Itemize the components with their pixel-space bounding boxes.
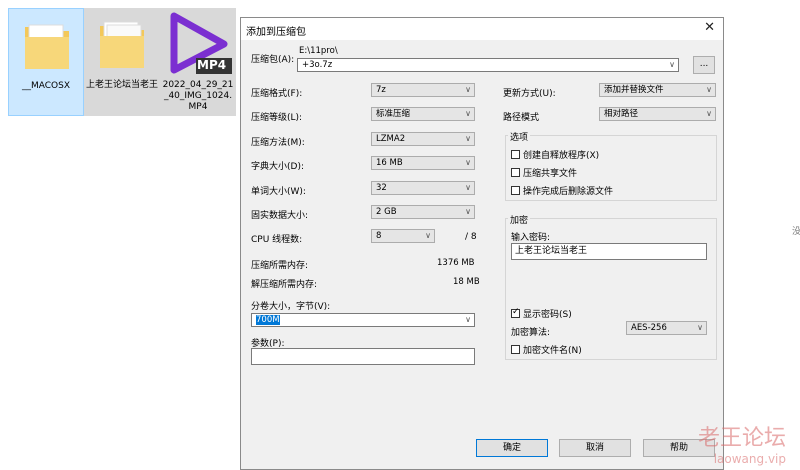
chevron-down-icon: ∨ (706, 85, 712, 94)
chevron-down-icon: ∨ (465, 315, 471, 324)
folder-icon (25, 24, 69, 69)
mem-comp-label: 压缩所需内存: (251, 261, 309, 271)
shared-label: 压缩共享文件 (523, 169, 578, 179)
dict-select[interactable]: 16 MB ∨ (371, 156, 475, 170)
update-select[interactable]: 添加并替换文件 ∨ (599, 83, 716, 97)
watermark-line2: laowang.vip (713, 452, 786, 466)
sfx-checkbox[interactable]: 创建自释放程序(X) (511, 148, 599, 161)
chevron-down-icon: ∨ (465, 134, 471, 143)
word-select[interactable]: 32 ∨ (371, 181, 475, 195)
chevron-down-icon: ∨ (669, 60, 675, 69)
format-label: 压缩格式(F): (251, 89, 303, 99)
mem-comp-value: 1376 MB (437, 258, 475, 268)
dict-value: 16 MB (376, 158, 403, 168)
archive-name-value: +3o.7z (302, 60, 333, 70)
archive-label: 压缩包(A): (251, 55, 295, 65)
word-value: 32 (376, 183, 387, 193)
encryption-title: 加密 (508, 213, 531, 226)
desktop-icon-label: 2022_04_29_21_40_IMG_1024.MP4 (162, 80, 234, 112)
dict-label: 字典大小(D): (251, 162, 304, 172)
mp4-badge: MP4 (197, 58, 227, 72)
volume-combo[interactable]: 700M ∨ (251, 313, 475, 327)
watermark-line1: 老王论坛 (697, 426, 786, 451)
solid-value: 2 GB (376, 207, 397, 217)
sfx-label: 创建自释放程序(X) (523, 151, 600, 161)
update-label: 更新方式(U): (503, 89, 556, 99)
checkbox-box (511, 168, 520, 177)
title-bar: 添加到压缩包 ✕ (241, 18, 723, 40)
format-value: 7z (376, 85, 386, 95)
method-value: LZMA2 (376, 134, 406, 144)
password-value: 上老王论坛当老王 (515, 246, 588, 256)
close-icon[interactable]: ✕ (704, 20, 715, 35)
params-input[interactable] (251, 348, 475, 365)
volume-value: 700M (256, 315, 280, 325)
enc-method-value: AES-256 (631, 323, 667, 333)
desktop-icon-label: 上老王论坛当老王 (86, 80, 159, 90)
checkbox-box (511, 345, 520, 354)
volume-label: 分卷大小，字节(V): (251, 302, 331, 312)
solid-select[interactable]: 2 GB ∨ (371, 205, 475, 219)
chevron-down-icon: ∨ (465, 109, 471, 118)
cpu-label: CPU 线程数: (251, 235, 303, 245)
desktop-icon-macosx[interactable]: __MACOSX (8, 8, 84, 116)
enc-method-select[interactable]: AES-256 ∨ (626, 321, 707, 335)
archive-name-combo[interactable]: +3o.7z ∨ (297, 58, 679, 72)
chevron-down-icon: ∨ (706, 109, 712, 118)
update-value: 添加并替换文件 (604, 85, 664, 95)
password-input[interactable]: 上老王论坛当老王 (511, 243, 707, 260)
mem-decomp-value: 18 MB (453, 277, 480, 287)
level-label: 压缩等级(L): (251, 113, 303, 123)
archive-path: E:\11pro\ (299, 46, 338, 56)
path-select[interactable]: 相对路径 ∨ (599, 107, 716, 121)
browse-button[interactable]: ... (693, 56, 715, 74)
chevron-down-icon: ∨ (697, 323, 703, 332)
delete-checkbox[interactable]: 操作完成后删除源文件 (511, 184, 613, 197)
method-select[interactable]: LZMA2 ∨ (371, 132, 475, 146)
method-label: 压缩方法(M): (251, 138, 305, 148)
path-label: 路径模式 (503, 113, 540, 123)
path-value: 相对路径 (604, 109, 639, 119)
level-value: 标准压缩 (376, 109, 411, 119)
dialog-title: 添加到压缩包 (246, 27, 306, 38)
delete-label: 操作完成后删除源文件 (523, 187, 614, 197)
mem-decomp-label: 解压缩所需内存: (251, 280, 318, 290)
chevron-down-icon: ∨ (465, 207, 471, 216)
desktop-icon-mp4[interactable]: MP4 2022_04_29_21_40_IMG_1024.MP4 (160, 8, 236, 116)
show-password-label: 显示密码(S) (523, 310, 572, 320)
format-select[interactable]: 7z ∨ (371, 83, 475, 97)
chevron-down-icon: ∨ (425, 231, 431, 240)
shared-checkbox[interactable]: 压缩共享文件 (511, 166, 577, 179)
desktop-icon-label: __MACOSX (21, 81, 70, 91)
ok-button[interactable]: 确定 (476, 439, 548, 457)
watermark: 老王论坛 laowang.vip (698, 420, 786, 466)
solid-label: 固实数据大小: (251, 211, 309, 221)
encrypt-names-label: 加密文件名(N) (523, 346, 582, 356)
desktop-icon-folder[interactable]: 上老王论坛当老王 (84, 8, 160, 116)
cancel-button[interactable]: 取消 (559, 439, 631, 457)
cpu-value: 8 (376, 231, 382, 241)
cpu-total: / 8 (465, 232, 477, 242)
word-label: 单词大小(W): (251, 187, 306, 197)
edge-text: 没 (792, 227, 800, 237)
checkbox-box (511, 150, 520, 159)
chevron-down-icon: ∨ (465, 183, 471, 192)
folder-icon (100, 21, 144, 68)
password-label: 输入密码: (511, 233, 551, 243)
show-password-checkbox[interactable]: 显示密码(S) (511, 307, 572, 320)
level-select[interactable]: 标准压缩 ∨ (371, 107, 475, 121)
add-to-archive-dialog: 添加到压缩包 ✕ 压缩包(A): E:\11pro\ +3o.7z ∨ ... … (240, 17, 724, 470)
options-title: 选项 (508, 130, 531, 143)
chevron-down-icon: ∨ (465, 85, 471, 94)
encrypt-names-checkbox[interactable]: 加密文件名(N) (511, 343, 582, 356)
chevron-down-icon: ∨ (465, 158, 471, 167)
checkbox-box (511, 307, 520, 318)
cpu-select[interactable]: 8 ∨ (371, 229, 435, 243)
checkbox-box (511, 186, 520, 195)
enc-method-label: 加密算法: (511, 328, 551, 338)
